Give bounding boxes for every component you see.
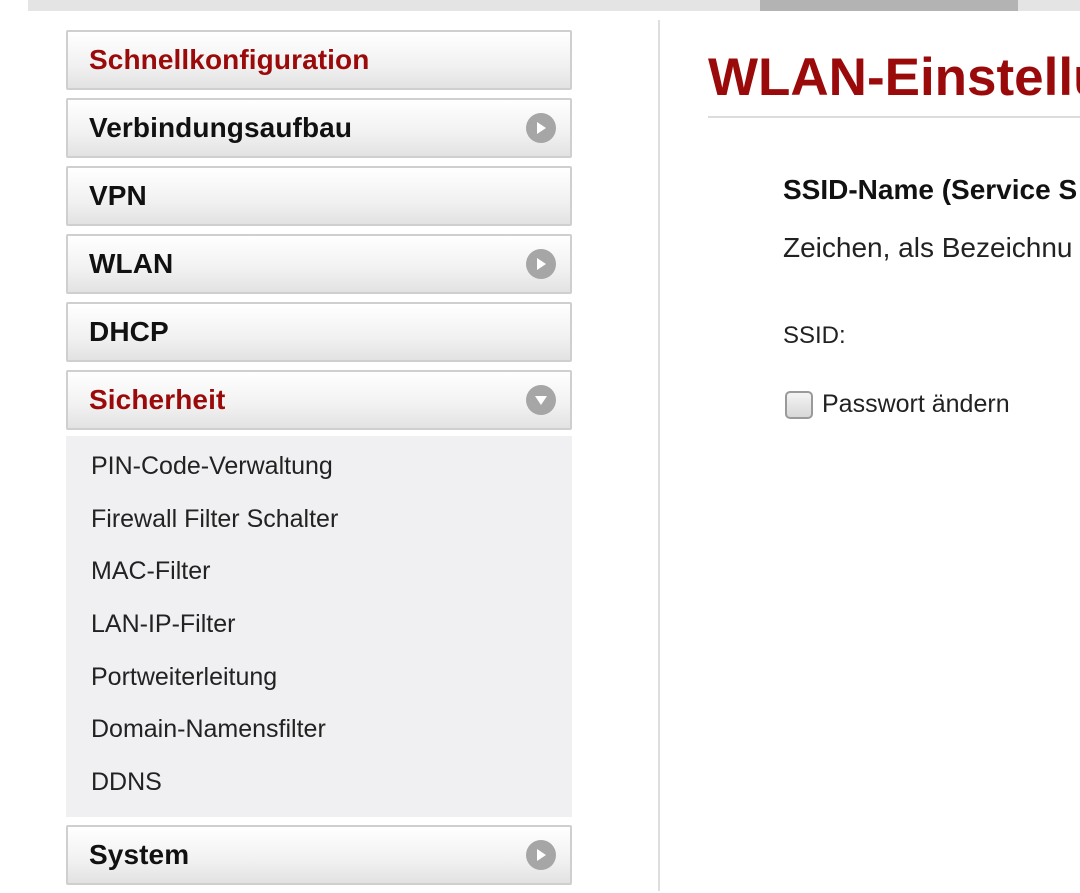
chevron-down-circle-icon bbox=[526, 385, 556, 415]
sidebar-item-sicherheit[interactable]: Sicherheit bbox=[66, 370, 572, 430]
security-submenu: PIN-Code-Verwaltung Firewall Filter Scha… bbox=[66, 436, 572, 817]
sidebar-item-label: WLAN bbox=[89, 248, 174, 279]
sidebar-item-label: System bbox=[89, 838, 190, 870]
sidebar-nav: Schnellkonfiguration Verbindungsaufbau V… bbox=[66, 30, 572, 893]
chevron-right-circle-icon bbox=[526, 249, 556, 279]
column-divider bbox=[658, 20, 660, 891]
submenu-item-portweiterleitung[interactable]: Portweiterleitung bbox=[66, 651, 572, 704]
change-password-row: Passwort ändern bbox=[785, 390, 1010, 419]
sidebar-item-label: Verbindungsaufbau bbox=[89, 112, 353, 143]
submenu-item-lan-ip-filter[interactable]: LAN-IP-Filter bbox=[66, 598, 572, 651]
submenu-item-firewall-filter-schalter[interactable]: Firewall Filter Schalter bbox=[66, 493, 572, 546]
sidebar-item-vpn[interactable]: VPN bbox=[66, 166, 572, 226]
ssid-description: Zeichen, als Bezeichnu bbox=[783, 232, 1073, 263]
ssid-label: SSID: bbox=[783, 322, 846, 349]
sidebar-item-wlan[interactable]: WLAN bbox=[66, 234, 572, 294]
sidebar-item-label: Sicherheit bbox=[89, 384, 226, 415]
submenu-item-mac-filter[interactable]: MAC-Filter bbox=[66, 545, 572, 598]
sidebar-item-label: DHCP bbox=[89, 316, 169, 347]
sidebar-item-verbindungsaufbau[interactable]: Verbindungsaufbau bbox=[66, 98, 572, 158]
sidebar-item-schnellkonfiguration[interactable]: Schnellkonfiguration bbox=[66, 30, 572, 90]
main-content: WLAN-Einstellu SSID-Name (Service S Zeic… bbox=[708, 40, 1080, 419]
ssid-name-heading: SSID-Name (Service S bbox=[783, 174, 1078, 205]
change-password-label[interactable]: Passwort ändern bbox=[822, 390, 1010, 419]
submenu-item-pin-code-verwaltung[interactable]: PIN-Code-Verwaltung bbox=[66, 440, 572, 493]
sidebar-item-label: Schnellkonfiguration bbox=[89, 44, 370, 75]
chevron-right-circle-icon bbox=[526, 839, 556, 870]
change-password-checkbox[interactable] bbox=[785, 390, 813, 419]
submenu-item-domain-namensfilter[interactable]: Domain-Namensfilter bbox=[66, 703, 572, 756]
page-title: WLAN-Einstellu bbox=[708, 48, 1080, 107]
sidebar-item-system[interactable]: System bbox=[66, 824, 572, 885]
submenu-item-ddns[interactable]: DDNS bbox=[66, 756, 572, 809]
chevron-right-circle-icon bbox=[526, 113, 556, 143]
sidebar-item-dhcp[interactable]: DHCP bbox=[66, 302, 572, 362]
active-tab-indicator[interactable] bbox=[760, 0, 1018, 11]
title-divider bbox=[708, 116, 1080, 118]
top-tab-bar bbox=[28, 0, 1080, 11]
sidebar-item-label: VPN bbox=[89, 180, 147, 211]
